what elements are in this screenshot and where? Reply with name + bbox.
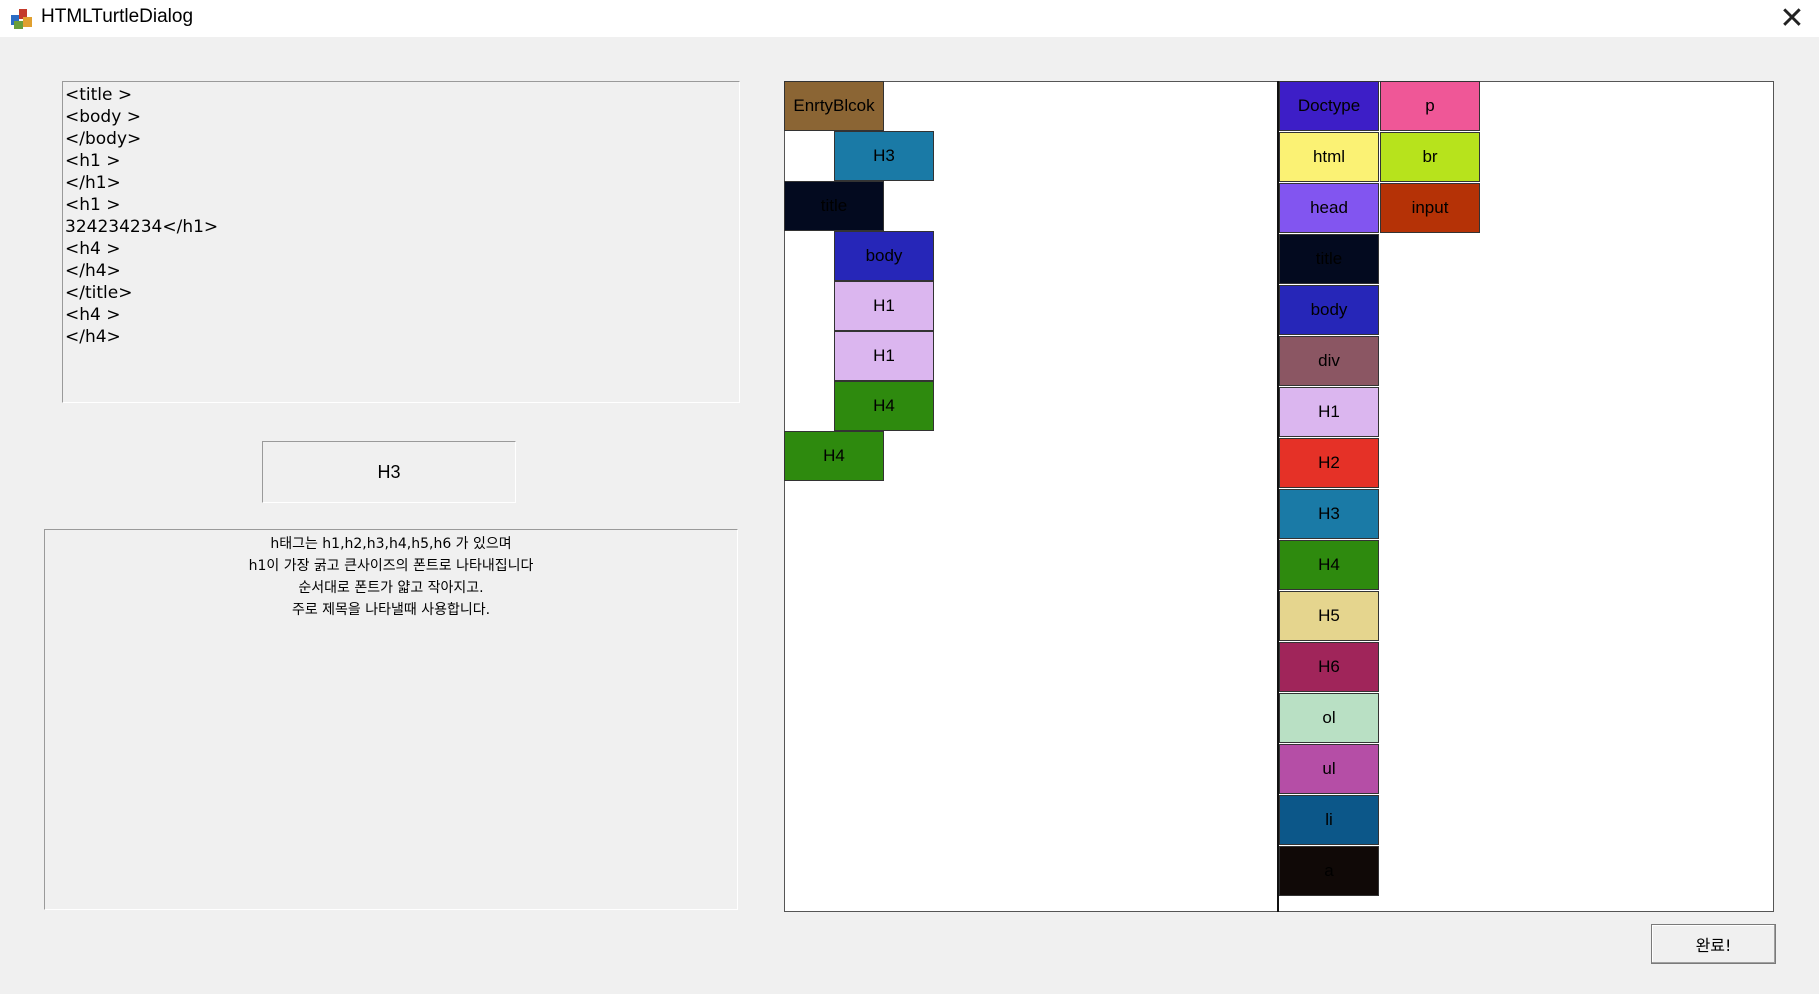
palette-block-ul[interactable]: ul xyxy=(1279,744,1379,794)
description-line: h태그는 h1,h2,h3,h4,h5,h6 가 있으며 xyxy=(270,536,512,552)
workspace-block-h3[interactable]: H3 xyxy=(834,131,934,181)
palette-block-li[interactable]: li xyxy=(1279,795,1379,845)
palette-block-html[interactable]: html xyxy=(1279,132,1379,182)
palette-block-h6[interactable]: H6 xyxy=(1279,642,1379,692)
selected-block-name: H3 xyxy=(262,441,516,503)
palette-block-h3[interactable]: H3 xyxy=(1279,489,1379,539)
palette-block-h5[interactable]: H5 xyxy=(1279,591,1379,641)
workspace-block-entry[interactable]: EnrtyBlcok xyxy=(784,81,884,131)
palette-block-ol[interactable]: ol xyxy=(1279,693,1379,743)
palette-block-doctype[interactable]: Doctype xyxy=(1279,81,1379,131)
turtle-app-icon xyxy=(11,9,32,29)
done-button[interactable]: 완료! xyxy=(1651,924,1776,964)
window-title: HTMLTurtleDialog xyxy=(41,6,194,27)
workspace-block-body[interactable]: body xyxy=(834,231,934,281)
palette-block-h1[interactable]: H1 xyxy=(1279,387,1379,437)
palette-block-input[interactable]: input xyxy=(1380,183,1480,233)
title-bar: HTMLTurtleDialog ✕ xyxy=(0,0,1819,37)
close-icon: ✕ xyxy=(1779,2,1805,35)
html-code-output[interactable]: <title > <body > </body> <h1 > </h1> <h1… xyxy=(62,81,740,403)
palette-block-br[interactable]: br xyxy=(1380,132,1480,182)
palette-block-a[interactable]: a xyxy=(1279,846,1379,896)
description-line: 주로 제목을 나타낼때 사용합니다. xyxy=(291,602,491,618)
tag-description-box: h태그는 h1,h2,h3,h4,h5,h6 가 있으며 h1이 가장 굵고 큰… xyxy=(44,529,738,910)
description-line: h1이 가장 굵고 큰사이즈의 폰트로 나타내집니다 xyxy=(248,558,534,574)
workspace-block-h1[interactable]: H1 xyxy=(834,281,934,331)
close-button[interactable]: ✕ xyxy=(1765,0,1819,37)
workspace-block-h4[interactable]: H4 xyxy=(834,381,934,431)
palette-block-body[interactable]: body xyxy=(1279,285,1379,335)
workspace-block-h1[interactable]: H1 xyxy=(834,331,934,381)
palette-block-head[interactable]: head xyxy=(1279,183,1379,233)
workspace-block-title[interactable]: title xyxy=(784,181,884,231)
palette-block-h4[interactable]: H4 xyxy=(1279,540,1379,590)
palette-block-p[interactable]: p xyxy=(1380,81,1480,131)
description-line: 순서대로 폰트가 얇고 작아지고. xyxy=(298,580,484,596)
palette-block-div[interactable]: div xyxy=(1279,336,1379,386)
workspace-block-h4[interactable]: H4 xyxy=(784,431,884,481)
palette-block-h2[interactable]: H2 xyxy=(1279,438,1379,488)
palette-block-title[interactable]: title xyxy=(1279,234,1379,284)
